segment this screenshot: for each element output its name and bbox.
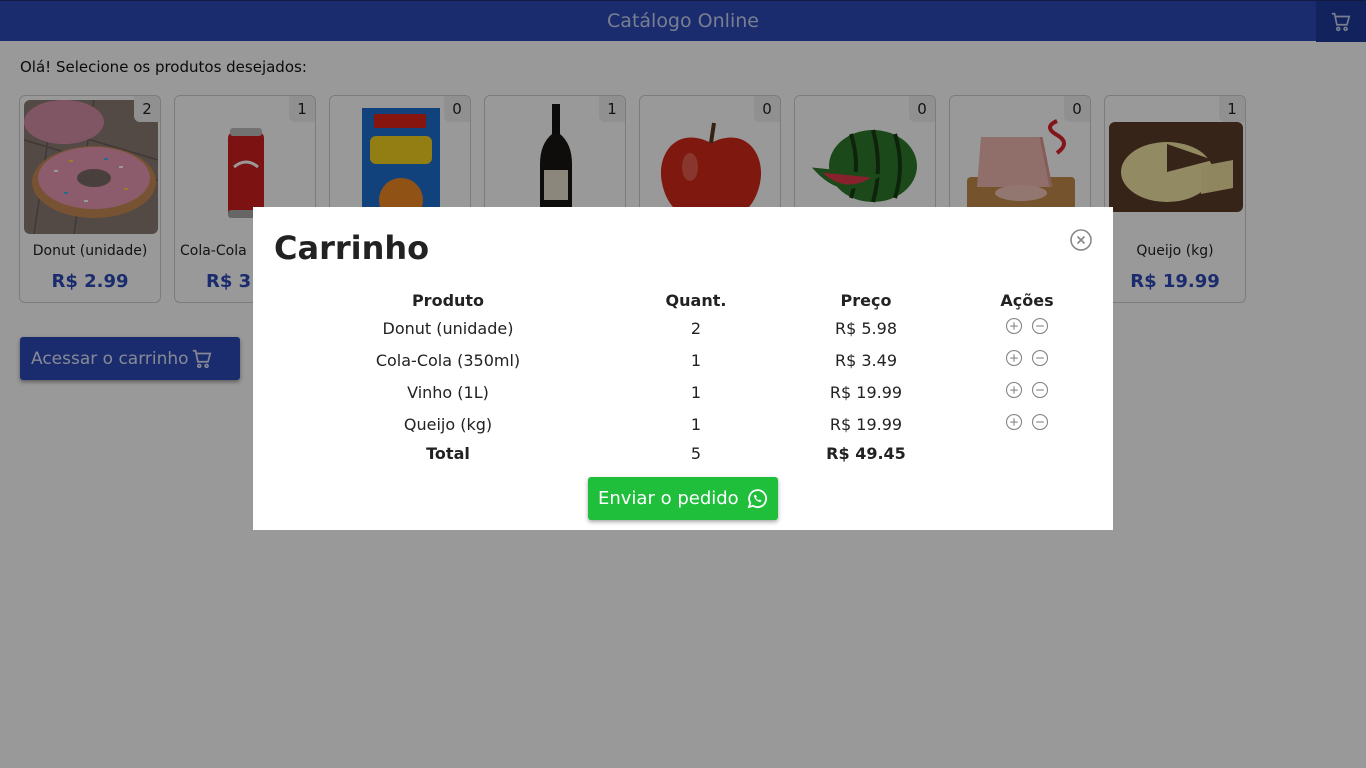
total-price: R$ 49.45 [826, 444, 906, 463]
header-quantity: Quant. [665, 291, 727, 310]
row-price: R$ 19.99 [829, 415, 903, 434]
row-quantity: 1 [690, 351, 702, 370]
table-row: Donut (unidade) 2 R$ 5.98 [253, 317, 1113, 347]
row-quantity: 2 [690, 319, 702, 338]
row-product: Cola-Cola (350ml) [375, 351, 521, 370]
header-price: Preço [840, 291, 892, 310]
plus-circle-icon[interactable] [1005, 413, 1023, 431]
plus-circle-icon[interactable] [1005, 317, 1023, 335]
cart-modal: Carrinho Produto Quant. Preço Ações Donu… [253, 207, 1113, 530]
total-label: Total [426, 444, 470, 463]
row-quantity: 1 [690, 415, 702, 434]
close-icon[interactable] [1069, 228, 1093, 252]
header-product: Produto [411, 291, 485, 310]
row-actions [977, 317, 1077, 335]
table-row: Cola-Cola (350ml) 1 R$ 3.49 [253, 349, 1113, 379]
total-quantity: 5 [690, 444, 702, 463]
modal-title: Carrinho [274, 229, 430, 267]
table-header-row: Produto Quant. Preço Ações [253, 291, 1113, 319]
minus-circle-icon[interactable] [1031, 317, 1049, 335]
row-price: R$ 3.49 [834, 351, 897, 370]
row-actions [977, 349, 1077, 367]
table-row: Queijo (kg) 1 R$ 19.99 [253, 413, 1113, 443]
row-actions [977, 381, 1077, 399]
row-price: R$ 19.99 [829, 383, 903, 402]
minus-circle-icon[interactable] [1031, 349, 1049, 367]
minus-circle-icon[interactable] [1031, 381, 1049, 399]
row-price: R$ 5.98 [834, 319, 897, 338]
row-product: Queijo (kg) [403, 415, 493, 434]
row-quantity: 1 [690, 383, 702, 402]
minus-circle-icon[interactable] [1031, 413, 1049, 431]
row-actions [977, 413, 1077, 431]
table-total-row: Total 5 R$ 49.45 [253, 444, 1113, 472]
plus-circle-icon[interactable] [1005, 381, 1023, 399]
table-row: Vinho (1L) 1 R$ 19.99 [253, 381, 1113, 411]
send-order-button[interactable]: Enviar o pedido [588, 477, 778, 520]
send-order-label: Enviar o pedido [598, 488, 739, 509]
row-product: Donut (unidade) [382, 319, 514, 338]
header-actions: Ações [1000, 291, 1054, 310]
plus-circle-icon[interactable] [1005, 349, 1023, 367]
row-product: Vinho (1L) [407, 383, 489, 402]
whatsapp-icon [747, 489, 767, 509]
